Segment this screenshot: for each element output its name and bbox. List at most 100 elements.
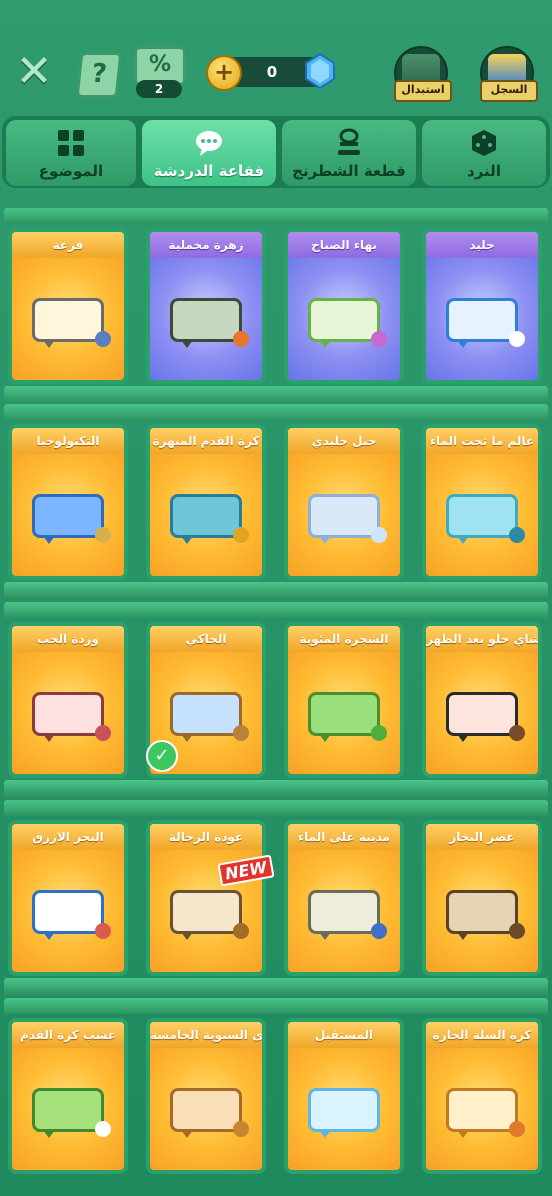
bubble-preview bbox=[446, 890, 525, 940]
discount-count: 2 bbox=[136, 80, 182, 98]
bubble-preview bbox=[170, 692, 249, 742]
shelf-row: التكنولوجيا كرة القدم المبهرة جبل جليدي … bbox=[0, 404, 552, 600]
bubble-preview bbox=[170, 890, 249, 940]
tab-chat-bubble[interactable]: فقاعة الدردشة bbox=[142, 120, 276, 186]
bubble-preview bbox=[308, 692, 387, 742]
chess-piece-icon bbox=[338, 128, 360, 155]
shelf-top bbox=[4, 404, 548, 420]
add-gems-button[interactable]: + bbox=[206, 55, 242, 91]
record-label: السجل bbox=[480, 80, 538, 102]
bubble-preview bbox=[32, 494, 111, 544]
record-button[interactable]: السجل bbox=[480, 46, 538, 102]
card-title: عالم ما تحت الماء bbox=[426, 428, 538, 454]
shelf-row: وردة الحب الحاكي الشجرة المئوية شاي حلو … bbox=[0, 602, 552, 798]
shelf-bottom bbox=[4, 978, 548, 996]
bubble-preview bbox=[32, 298, 111, 348]
chat-bubble-card[interactable]: فزعة bbox=[8, 228, 128, 384]
card-title: الشجرة المئوية bbox=[288, 626, 400, 652]
chat-bubble-card[interactable]: الذكرى السنوية الخامسة bbox=[146, 1018, 266, 1174]
tab-label: قطعة الشطرنج bbox=[292, 162, 406, 180]
chat-bubble-card[interactable]: زهرة مخملية bbox=[146, 228, 266, 384]
card-title: مدينة على الماء bbox=[288, 824, 400, 850]
help-button[interactable]: ? bbox=[75, 52, 123, 98]
shelf-top bbox=[4, 998, 548, 1014]
tab-label: الموضوع bbox=[38, 162, 104, 180]
bubble-preview bbox=[308, 494, 387, 544]
card-title: جليد bbox=[426, 232, 538, 258]
chat-bubble-card[interactable]: جليد bbox=[422, 228, 542, 384]
shelf-bottom bbox=[4, 386, 548, 404]
bubble-preview bbox=[446, 494, 525, 544]
exchange-label: استبدال bbox=[394, 80, 452, 102]
gem-count: 0 bbox=[266, 63, 278, 81]
close-button[interactable]: ✕ bbox=[14, 50, 54, 94]
tab-label: النرد bbox=[467, 162, 501, 180]
chat-bubble-card[interactable]: جبل جليدي bbox=[284, 424, 404, 580]
shelf-top bbox=[4, 208, 548, 224]
bubble-preview bbox=[170, 298, 249, 348]
gem-icon bbox=[305, 53, 335, 89]
chat-bubble-card[interactable]: الشجرة المئوية bbox=[284, 622, 404, 778]
top-bar: ✕ ? % 2 + 0 استبدال السجل bbox=[0, 0, 552, 112]
chat-bubble-card[interactable]: عودة الرحالة bbox=[146, 820, 266, 976]
chat-bubble-card[interactable]: التكنولوجيا bbox=[8, 424, 128, 580]
card-title: عودة الرحالة bbox=[150, 824, 262, 850]
bubble-preview bbox=[308, 890, 387, 940]
card-title: وردة الحب bbox=[12, 626, 124, 652]
bubble-preview bbox=[446, 298, 525, 348]
chat-bubble-card[interactable]: بهاء الصباح bbox=[284, 228, 404, 384]
discount-coupon-button[interactable]: % 2 bbox=[134, 46, 186, 98]
bubble-preview bbox=[32, 1088, 111, 1138]
tab-chess-piece[interactable]: قطعة الشطرنج bbox=[282, 120, 416, 186]
card-title: فزعة bbox=[12, 232, 124, 258]
card-title: زهرة مخملية bbox=[150, 232, 262, 258]
chat-bubble-card[interactable]: عصر البخار bbox=[422, 820, 542, 976]
card-title: كرة السلة الحارة bbox=[426, 1022, 538, 1048]
shelf-row: عشب كرة القدم الذكرى السنوية الخامسة الم… bbox=[0, 998, 552, 1194]
chat-bubble-card[interactable]: شاي حلو بعد الظهر bbox=[422, 622, 542, 778]
card-title: عشب كرة القدم bbox=[12, 1022, 124, 1048]
grid-icon bbox=[58, 130, 84, 156]
shelf-bottom bbox=[4, 582, 548, 600]
card-title: شاي حلو بعد الظهر bbox=[426, 626, 538, 652]
card-title: بهاء الصباح bbox=[288, 232, 400, 258]
card-title: كرة القدم المبهرة bbox=[150, 428, 262, 454]
selected-check-icon: ✓ bbox=[146, 740, 178, 772]
shelf-row: فزعة زهرة مخملية بهاء الصباح جليد bbox=[0, 208, 552, 404]
card-title: الذكرى السنوية الخامسة bbox=[150, 1022, 262, 1048]
chat-bubble-card[interactable]: وردة الحب bbox=[8, 622, 128, 778]
bubble-preview bbox=[32, 692, 111, 742]
gem-balance: + 0 bbox=[206, 53, 335, 91]
bubble-preview bbox=[170, 494, 249, 544]
card-title: جبل جليدي bbox=[288, 428, 400, 454]
chat-bubble-card[interactable]: عشب كرة القدم bbox=[8, 1018, 128, 1174]
shelf-bottom bbox=[4, 780, 548, 798]
chat-bubble-card[interactable]: مدينة على الماء bbox=[284, 820, 404, 976]
bubble-preview bbox=[446, 692, 525, 742]
card-title: الحاكي bbox=[150, 626, 262, 652]
chat-bubble-card[interactable]: كرة القدم المبهرة bbox=[146, 424, 266, 580]
dice-icon bbox=[472, 130, 496, 156]
bubble-preview bbox=[32, 890, 111, 940]
bubble-preview bbox=[170, 1088, 249, 1138]
category-tabs: الموضوع فقاعة الدردشة قطعة الشطرنج النرد bbox=[2, 116, 550, 188]
chat-bubble-card[interactable]: البحر الازرق bbox=[8, 820, 128, 976]
chat-bubble-card[interactable]: كرة السلة الحارة bbox=[422, 1018, 542, 1174]
chat-bubble-card[interactable]: المستقبل bbox=[284, 1018, 404, 1174]
shelf-row: البحر الازرق عودة الرحالة مدينة على الما… bbox=[0, 800, 552, 996]
tab-label: فقاعة الدردشة bbox=[153, 162, 265, 180]
card-title: التكنولوجيا bbox=[12, 428, 124, 454]
card-title: عصر البخار bbox=[426, 824, 538, 850]
chat-bubble-card[interactable]: عالم ما تحت الماء bbox=[422, 424, 542, 580]
shelf-top bbox=[4, 800, 548, 816]
card-title: المستقبل bbox=[288, 1022, 400, 1048]
tab-theme[interactable]: الموضوع bbox=[6, 120, 136, 186]
card-title: البحر الازرق bbox=[12, 824, 124, 850]
exchange-store-button[interactable]: استبدال bbox=[394, 46, 452, 102]
bubble-preview bbox=[308, 1088, 380, 1138]
shelf-top bbox=[4, 602, 548, 618]
tab-dice[interactable]: النرد bbox=[422, 120, 546, 186]
bubble-preview bbox=[446, 1088, 525, 1138]
chat-icon bbox=[196, 131, 222, 156]
item-grid: فزعة زهرة مخملية بهاء الصباح جليد التكنو… bbox=[0, 204, 552, 1196]
